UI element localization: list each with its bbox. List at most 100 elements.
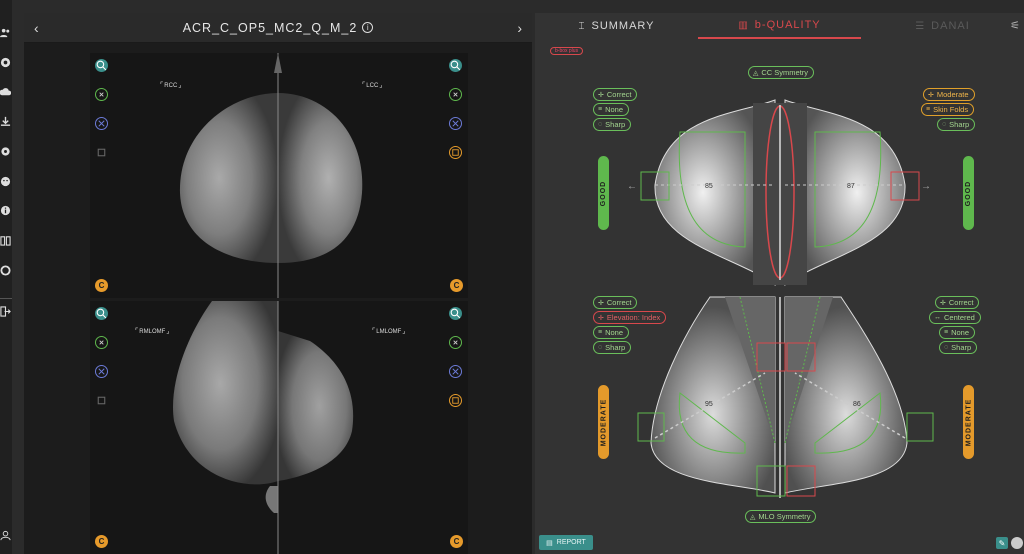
zoom-icon[interactable] [95, 307, 108, 320]
image-viewer: ‹ ACR_C_OP5_MC2_Q_M_2 i › ⌜ RCC ⌟ ⌜ LCC … [24, 13, 532, 554]
mlo-mammogram-image [172, 301, 354, 554]
zoom-icon[interactable] [449, 59, 462, 72]
mlo-right-sharpness-chip[interactable]: ◌ Sharp [939, 341, 978, 354]
cc-left-value: 85 [705, 183, 713, 190]
grid-icon[interactable] [449, 117, 462, 130]
danai-icon: ☰ [915, 20, 926, 32]
grid-icon[interactable] [95, 365, 108, 378]
viewer-header: ‹ ACR_C_OP5_MC2_Q_M_2 i › [24, 13, 532, 43]
cc-symmetry-chip[interactable]: ◬ CC Symmetry [748, 66, 815, 79]
viewer-icon[interactable] [0, 57, 11, 68]
info-icon[interactable] [0, 205, 11, 216]
user-icon[interactable] [0, 530, 11, 541]
fit-icon[interactable] [95, 88, 108, 101]
download-icon[interactable] [0, 116, 11, 127]
chip-label: Correct [606, 90, 632, 99]
symmetry-icon: ◬ [753, 69, 759, 77]
fit-icon[interactable] [449, 88, 462, 101]
cloud-upload-icon[interactable] [0, 87, 11, 98]
chip-label: Sharp [605, 120, 626, 129]
quality-icon: ▥ [738, 19, 749, 31]
mlo-left-skinfold-chip[interactable]: ≡ None [593, 326, 630, 339]
frame-icon[interactable] [95, 146, 108, 159]
frame-icon[interactable] [449, 394, 462, 407]
tab-b-quality[interactable]: ▥ b-QUALITY [698, 13, 861, 39]
grade-label: MODERATE [600, 398, 608, 446]
skinfold-icon: ≡ [944, 329, 949, 336]
tab-summary[interactable]: ⌶ SUMMARY [535, 13, 698, 39]
mlo-left-value: 95 [705, 401, 713, 408]
mlo-left-elevation-chip[interactable]: ✛ Elevation: Index [593, 311, 667, 324]
next-study-button[interactable]: › [517, 20, 522, 36]
svg-text:←: ← [627, 181, 637, 192]
chip-label: Skin Folds [933, 105, 969, 114]
mlo-view-pane[interactable]: RMLOMF LMLOMF C C [90, 301, 468, 554]
report-button[interactable]: ▤ REPORT [539, 535, 593, 550]
manual-icon[interactable] [0, 235, 11, 246]
mlo-right-skinfold-chip[interactable]: ≡ None [939, 326, 976, 339]
edit-icon[interactable]: ✎ [996, 537, 1008, 549]
chip-label: None [951, 328, 970, 337]
filter-icon[interactable]: ⚟ [1010, 19, 1020, 32]
chip-label: MLO Symmetry [758, 512, 811, 521]
c-badge[interactable]: C [95, 279, 108, 292]
left-toolbar [0, 0, 12, 554]
c-badge[interactable]: C [450, 279, 463, 292]
cc-left-sharpness-chip[interactable]: ◌ Sharp [593, 118, 632, 131]
view-label-rmlo: RMLOMF [135, 327, 170, 335]
mlo-right-positioning-chip[interactable]: ✛ Correct [935, 296, 980, 309]
settings-icon[interactable] [0, 146, 11, 157]
report-label: REPORT [556, 539, 586, 546]
position-icon: ✛ [928, 91, 934, 99]
summary-icon: ⌶ [578, 20, 586, 32]
chip-label: Moderate [936, 90, 969, 99]
cc-left-positioning-chip[interactable]: ✛ Correct [593, 88, 638, 101]
study-info-icon[interactable]: i [362, 22, 374, 33]
view-label-rcc: RCC [160, 81, 182, 89]
left-tool-column [95, 307, 109, 423]
cc-mammogram-image [179, 53, 363, 298]
patients-icon[interactable] [0, 27, 11, 38]
tab-danai[interactable]: ☰ DANAI [861, 13, 1024, 39]
mlo-left-positioning-chip[interactable]: ✛ Correct [593, 296, 638, 309]
svg-text:→: → [921, 181, 931, 192]
right-tool-column [449, 307, 463, 423]
plus-badge: b-box plus [550, 47, 584, 55]
fit-icon[interactable] [95, 336, 108, 349]
tab-label: SUMMARY [591, 20, 655, 32]
cc-view-pane[interactable]: RCC LCC C C [90, 53, 468, 298]
cc-right-skinfold-chip[interactable]: ≡ Skin Folds [921, 103, 975, 116]
frame-icon[interactable] [449, 146, 462, 159]
study-title: ACR_C_OP5_MC2_Q_M_2 [182, 20, 358, 35]
zoom-icon[interactable] [95, 59, 108, 72]
sharpness-icon: ◌ [944, 344, 949, 351]
c-badge[interactable]: C [450, 535, 463, 548]
cc-right-positioning-chip[interactable]: ✛ Moderate [923, 88, 975, 101]
toggle-icon[interactable] [1011, 537, 1023, 549]
chip-label: CC Symmetry [761, 68, 809, 77]
cc-right-sharpness-chip[interactable]: ◌ Sharp [937, 118, 976, 131]
support-icon[interactable] [0, 176, 11, 187]
chip-label: None [605, 328, 624, 337]
cc-left-skinfold-chip[interactable]: ≡ None [593, 103, 630, 116]
fit-icon[interactable] [449, 336, 462, 349]
frame-icon[interactable] [95, 394, 108, 407]
tab-label: DANAI [931, 20, 970, 32]
mlo-left-sharpness-chip[interactable]: ◌ Sharp [593, 341, 632, 354]
c-badge[interactable]: C [95, 535, 108, 548]
grid-icon[interactable] [449, 365, 462, 378]
chip-label: Correct [948, 298, 974, 307]
preferences-icon[interactable] [0, 265, 11, 276]
logout-icon[interactable] [0, 306, 11, 317]
chip-label: Elevation: Index [606, 313, 661, 322]
mlo-right-nipple-chip[interactable]: ↔ Centered [929, 311, 981, 324]
skinfold-icon: ≡ [926, 106, 931, 113]
chip-label: Sharp [605, 343, 626, 352]
sharpness-icon: ◌ [942, 121, 947, 128]
zoom-icon[interactable] [449, 307, 462, 320]
chip-label: Centered [944, 313, 975, 322]
previous-study-button[interactable]: ‹ [34, 20, 39, 36]
position-icon: ✛ [598, 91, 604, 99]
mlo-symmetry-chip[interactable]: ◬ MLO Symmetry [745, 510, 817, 523]
grid-icon[interactable] [95, 117, 108, 130]
